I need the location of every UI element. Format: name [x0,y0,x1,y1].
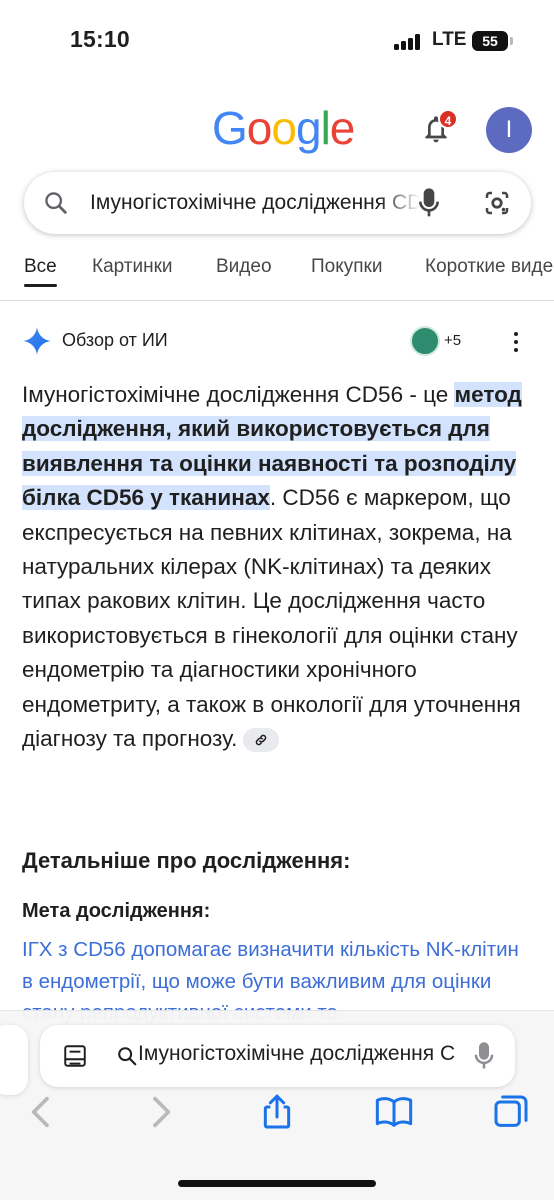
gemini-sparkle-icon [23,327,51,355]
logo-letter: l [320,102,331,154]
network-type: LTE [432,29,467,50]
subsection-title: Мета дослідження: [22,900,211,922]
ai-overview-text: Імуногістохімічне дослідження CD56 - це … [22,378,534,756]
battery-icon: 55 [472,31,508,51]
more-options-icon[interactable] [512,330,520,354]
address-search-icon [118,1047,137,1066]
logo-letter: e [329,102,356,154]
mic-icon[interactable] [418,187,440,219]
forward-icon[interactable] [140,1092,180,1132]
ai-overview-header: Обзор от ИИ +5 [22,326,532,358]
google-lens-icon[interactable] [482,188,512,218]
battery-cap [510,37,513,45]
status-bar: 15:10 LTE 55 [0,0,554,84]
link-icon [256,734,267,746]
sources-more-count[interactable]: +5 [444,332,461,349]
address-bar[interactable]: Імуногістохімічне дослідження CD56 [40,1025,515,1087]
search-tabs: Все Картинки Видео Покупки Короткие виде… [0,256,554,302]
tab-short-videos[interactable]: Короткие видео [425,256,554,278]
source-link-chip[interactable] [243,728,280,753]
reader-mode-icon[interactable] [62,1043,88,1069]
logo-letter: o [271,102,297,154]
logo-letter: G [212,102,248,154]
tabs-icon[interactable] [491,1092,531,1132]
ai-text-rest: . CD56 є маркером, що експресується на п… [22,485,521,752]
status-time: 15:10 [70,26,130,52]
search-box[interactable]: Імуногістохімічне дослідження CD56 [24,172,531,234]
notification-badge: 4 [438,109,458,129]
logo-letter: g [295,102,322,154]
google-logo[interactable]: Google [212,101,356,155]
previous-tab-preview[interactable] [0,1025,28,1095]
tab-videos[interactable]: Видео [216,256,272,278]
avatar[interactable]: I [486,107,532,153]
search-input[interactable]: Імуногістохімічне дослідження CD56 [90,191,420,215]
tab-images[interactable]: Картинки [92,256,173,278]
ai-overview-title: Обзор от ИИ [62,330,168,350]
share-icon[interactable] [257,1092,297,1132]
address-text[interactable]: Імуногістохімічне дослідження CD56 [138,1042,456,1066]
bookmarks-icon[interactable] [374,1092,414,1132]
signal-icon [394,34,422,50]
tabs-divider [0,300,554,301]
home-indicator [178,1180,376,1187]
source-favicon-icon[interactable] [410,326,440,356]
back-icon[interactable] [22,1092,62,1132]
search-icon [45,192,67,214]
tab-shopping[interactable]: Покупки [311,256,382,278]
logo-letter: o [246,102,273,154]
active-tab-indicator [24,284,57,287]
tab-all[interactable]: Все [24,256,57,278]
ai-text-intro: Імуногістохімічне дослідження CD56 - це [22,382,455,407]
section-title: Детальніше про дослідження: [22,848,351,873]
address-mic-icon[interactable] [474,1041,494,1071]
